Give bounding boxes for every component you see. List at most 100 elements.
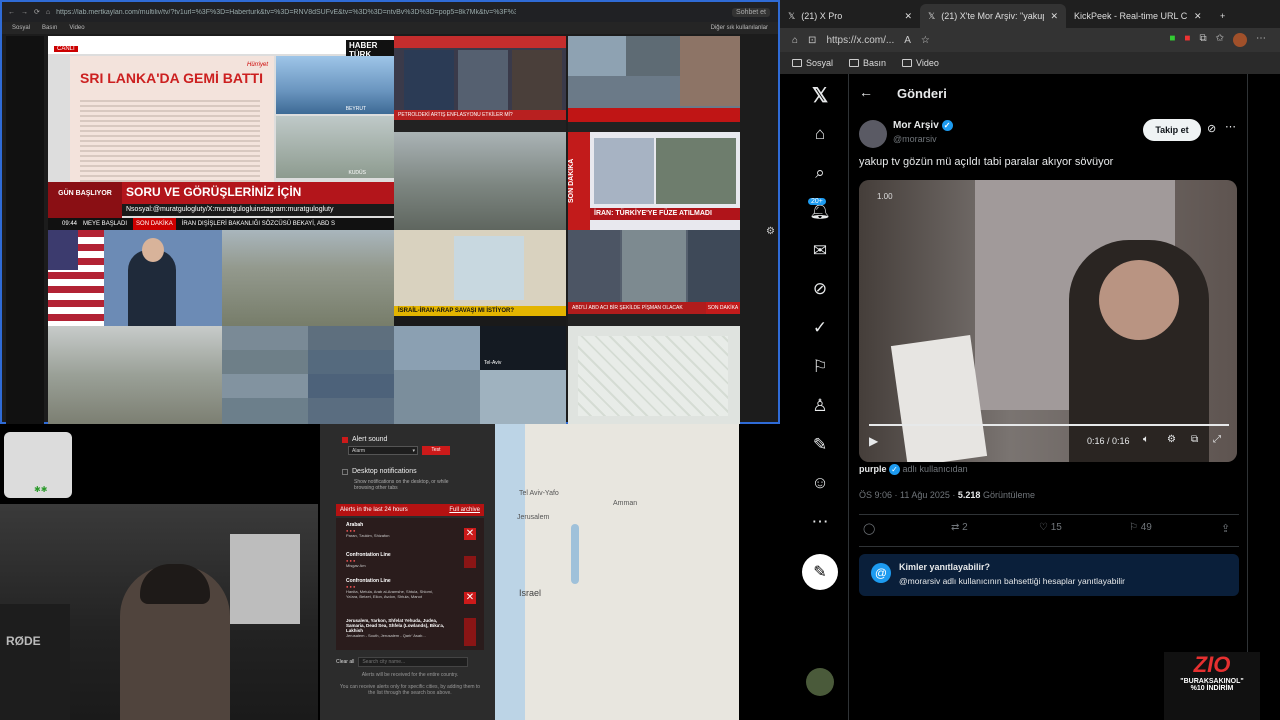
nav-grok-icon[interactable]: ⊘ [802, 274, 838, 304]
tv-tile-map-news[interactable]: İSRAİL-İRAN-ARAP SAVAŞI MI İSTİYOR? [394, 230, 566, 326]
menu-dots-icon[interactable]: ⋯ [1256, 33, 1266, 47]
author-name[interactable]: Mor Arşiv ✓ [893, 120, 953, 131]
new-tab-button[interactable]: + [1212, 4, 1233, 28]
back-icon[interactable]: ← [8, 9, 15, 16]
full-archive-link[interactable]: Full archive [449, 504, 480, 516]
author-avatar[interactable] [859, 120, 887, 148]
close-tab-icon[interactable]: ✕ [1050, 11, 1058, 22]
tweet-video[interactable]: 1.00 ▶ 0:16 / 0:16 🔈︎ ⚙ ⧉ ⤢ [859, 180, 1237, 462]
tv-tile-haberturk[interactable]: CANLI HABER TÜRK SRI LANKA'DA GEMİ BATTI… [48, 36, 394, 230]
settings-gear-icon[interactable]: ⚙ [766, 226, 775, 237]
close-tab-icon[interactable]: ✕ [1194, 11, 1202, 22]
reply-icon[interactable]: ◯ [863, 522, 875, 535]
tv-tile-arabic[interactable] [568, 36, 740, 132]
site-info-icon[interactable]: ⊡ [808, 35, 816, 46]
favorites-icon[interactable]: ✩ [1216, 33, 1224, 47]
forward-icon[interactable]: → [21, 9, 28, 16]
nav-more-icon[interactable]: ⋯ [802, 507, 838, 537]
nav-articles-icon[interactable]: ✎ [802, 430, 838, 460]
left-tab-chat[interactable]: Sohbet et [732, 7, 770, 17]
read-aloud-icon[interactable]: A [904, 35, 911, 46]
tab-x-pro[interactable]: 𝕏 (21) X Pro ✕ [780, 4, 920, 28]
left-bookmark-sosyal[interactable]: Sosyal [12, 25, 30, 31]
desktop-notif-checkbox[interactable] [342, 468, 348, 475]
retweet-button[interactable]: ⇄ 2 [951, 522, 968, 533]
nav-search-icon[interactable]: ⌕ [802, 158, 838, 188]
tv-tile-aerial[interactable] [222, 230, 394, 326]
tv-tile-jerusalem[interactable] [48, 326, 222, 424]
tv-tile-city[interactable] [394, 132, 566, 230]
home-icon[interactable]: ⌂ [792, 35, 798, 46]
tab-x-post[interactable]: 𝕏 (21) X'te Mor Arşiv: "yakup t ✕ [920, 4, 1066, 28]
tv-tile-cams2[interactable]: Tel-Aviv [394, 326, 566, 424]
alert-item[interactable]: Confrontation Line ● ● ● Hanita, Metula,… [336, 578, 484, 616]
tv-tile-webcams[interactable] [222, 326, 394, 424]
left-bookmark-other[interactable]: Diğer sık kullanılanlar [711, 25, 768, 31]
volume-icon[interactable]: 🔈︎ [1143, 434, 1149, 445]
grok-icon[interactable]: ⊘ [1207, 122, 1216, 135]
alarm-select[interactable]: Alarm ▾ [348, 446, 418, 455]
nav-messages-icon[interactable]: ✉ [802, 236, 838, 266]
left-bookmark-basin[interactable]: Basın [42, 25, 57, 31]
tv-tile-flight-map[interactable] [568, 326, 740, 424]
nav-jobs-icon[interactable]: ♙ [802, 391, 838, 421]
nav-home-icon[interactable]: ⌂ [802, 119, 838, 149]
x-home-logo-icon[interactable]: 𝕏 [802, 80, 838, 110]
alert-item[interactable]: Arabah ● ● ● Paran, Tzukim, Shizafon ✕ [336, 522, 484, 546]
dismiss-alert-icon[interactable]: ✕ [464, 592, 476, 604]
dismiss-alert-icon[interactable] [464, 618, 476, 646]
video-progress-bar[interactable] [869, 424, 1229, 426]
follow-button[interactable]: Takip et [1143, 119, 1201, 141]
compose-post-button[interactable]: ✎ [802, 554, 838, 590]
tv-tile-press[interactable] [48, 230, 222, 326]
extension-icon[interactable]: ■ [1169, 33, 1175, 47]
favorite-icon[interactable]: ☆ [921, 35, 930, 46]
alert-item[interactable]: Confrontation Line ● ● ● Misgav Am [336, 552, 484, 574]
tv-tile-panel[interactable]: PETROLDEKİ ARTIŞ ENFLASYONU ETKİLER Mİ? [394, 36, 566, 132]
tv-tile-son-dakika[interactable]: SON DAKİKA İRAN: TÜRKİYE'YE FÜZE ATILMAD… [568, 132, 740, 230]
pip-icon[interactable]: ⧉ [1191, 434, 1198, 445]
video-settings-icon[interactable]: ⚙ [1167, 434, 1176, 445]
ticker-time: 09:44 [62, 221, 78, 227]
puzzle-icon[interactable]: ⧉ [1199, 33, 1206, 47]
share-icon[interactable]: ⇪ [1221, 522, 1230, 535]
like-button[interactable]: ♡ 15 [1039, 522, 1062, 533]
fullscreen-icon[interactable]: ⤢ [1213, 434, 1221, 445]
more-options-icon[interactable]: ⋯ [1225, 120, 1236, 133]
bookmark-button[interactable]: ⚐ 49 [1129, 522, 1152, 533]
tweet-text: yakup tv gözün mü açıldı tabi paralar ak… [859, 156, 1114, 168]
account-avatar[interactable] [806, 668, 834, 696]
dismiss-alert-icon[interactable] [464, 556, 476, 568]
url-text[interactable]: https://x.com/... [826, 35, 894, 46]
author-handle[interactable]: @morarsiv [893, 134, 937, 144]
alert-item[interactable]: Jerusalem, Yarkon, Shfelat Yehuda, Judea… [336, 618, 484, 648]
bookmark-sosyal[interactable]: Sosyal [792, 58, 833, 68]
play-icon[interactable]: ▶ [869, 434, 878, 448]
home-icon[interactable]: ⌂ [46, 9, 50, 16]
nav-profile-icon[interactable]: ☺ [802, 468, 838, 498]
close-tab-icon[interactable]: ✕ [904, 11, 912, 22]
folder-icon [902, 59, 913, 67]
back-arrow-icon[interactable]: ← [859, 84, 873, 100]
reload-icon[interactable]: ⟳ [34, 8, 40, 16]
tab-kickpeek[interactable]: KickPeek - Real-time URL C ✕ [1066, 4, 1212, 28]
nav-bookmarks-icon[interactable]: ⚐ [802, 352, 838, 382]
extension-icon[interactable]: ■ [1184, 33, 1190, 47]
alert-sound-checkbox[interactable] [342, 436, 348, 443]
nav-notifications-icon[interactable]: 🔔︎ 20+ [802, 196, 838, 226]
dismiss-alert-icon[interactable]: ✕ [464, 528, 476, 540]
bookmark-basin[interactable]: Basın [849, 58, 886, 68]
nav-premium-icon[interactable]: ✓ [802, 313, 838, 343]
left-bookmark-video[interactable]: Video [69, 25, 84, 31]
profile-avatar[interactable] [1233, 33, 1247, 47]
source-name[interactable]: purple [859, 464, 887, 474]
city-search-input[interactable] [358, 657, 469, 667]
tweet-timestamp[interactable]: ÖS 9:06 · 11 Ağu 2025 · [859, 490, 958, 500]
left-url-text[interactable]: https://lab.mertkaylan.com/multiliv/tv/?… [56, 9, 516, 16]
alerts-list[interactable]: Arabah ● ● ● Paran, Tzukim, Shizafon ✕ C… [336, 518, 484, 650]
bookmark-video[interactable]: Video [902, 58, 939, 68]
tv-tile-studio[interactable]: ABD'Lİ ABD ACI BİR ŞEKİLDE PİŞMAN OLACAK… [568, 230, 740, 326]
israel-map[interactable]: Tel Aviv-Yafo Jerusalem Amman Israel [495, 424, 739, 720]
clear-all-button[interactable]: Clear all [336, 659, 354, 665]
test-sound-button[interactable]: Test [422, 446, 450, 455]
